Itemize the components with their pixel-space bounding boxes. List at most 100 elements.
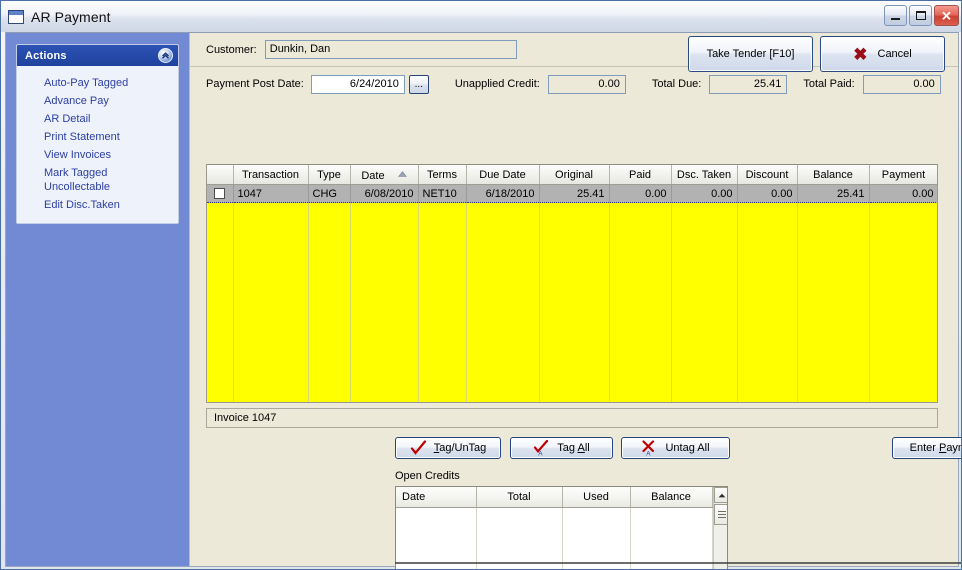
totals-row: Payment Post Date: 6/24/2010 ... Unappli… bbox=[190, 67, 958, 101]
svg-text:A: A bbox=[647, 450, 652, 456]
scroll-up-button[interactable] bbox=[713, 487, 727, 503]
open-credits-label: Open Credits bbox=[395, 470, 460, 482]
col-header-select[interactable] bbox=[207, 165, 234, 185]
customer-label: Customer: bbox=[206, 43, 257, 56]
date-picker-button[interactable]: ... bbox=[408, 74, 429, 94]
open-credits-table: Date Total Used Balance bbox=[396, 487, 713, 569]
main-pane: Customer: Dunkin, Dan Payment Post Date:… bbox=[190, 33, 961, 569]
open-credits-scrollbar[interactable] bbox=[712, 487, 727, 569]
col-header-discount[interactable]: Discount bbox=[737, 165, 798, 185]
oc-col-header-balance[interactable]: Balance bbox=[630, 487, 713, 508]
col-header-original[interactable]: Original bbox=[539, 165, 610, 185]
chevron-up-icon bbox=[718, 493, 725, 497]
enter-payment-button[interactable]: Enter Payment bbox=[892, 437, 961, 459]
cell-payment: 0.00 bbox=[869, 184, 937, 203]
transactions-grid[interactable]: Transaction Type Date Terms Due Date Ori… bbox=[206, 164, 938, 403]
open-credits-header-row: Date Total Used Balance bbox=[396, 487, 713, 508]
title-bar: AR Payment ✕ bbox=[1, 1, 961, 32]
total-due-value: 25.41 bbox=[709, 74, 788, 94]
col-header-dsc-taken[interactable]: Dsc. Taken bbox=[671, 165, 738, 185]
unapplied-credit-label: Unapplied Credit: bbox=[454, 78, 540, 90]
payment-post-date-label: Payment Post Date: bbox=[206, 78, 304, 90]
minimize-button[interactable] bbox=[884, 5, 907, 26]
enter-payment-label: Enter Payment bbox=[909, 442, 961, 454]
tag-all-label: Tag All bbox=[557, 442, 590, 454]
maximize-button[interactable] bbox=[909, 5, 932, 26]
take-tender-label: Take Tender [F10] bbox=[706, 48, 795, 60]
sidebar-item-edit-disc-taken[interactable]: Edit Disc.Taken bbox=[17, 196, 178, 214]
red-check-icon bbox=[410, 440, 427, 456]
untag-all-label: Untag All bbox=[665, 442, 710, 454]
window-icon bbox=[8, 9, 24, 24]
table-row[interactable]: 1047 CHG 6/08/2010 NET10 6/18/2010 25.41… bbox=[207, 184, 937, 203]
untag-all-button[interactable]: A Untag All bbox=[621, 437, 730, 459]
col-header-terms[interactable]: Terms bbox=[418, 165, 467, 185]
sidebar-item-ar-detail[interactable]: AR Detail bbox=[17, 110, 178, 128]
svg-text:A: A bbox=[538, 450, 543, 456]
open-credits-grid[interactable]: Date Total Used Balance bbox=[395, 486, 728, 569]
window-title: AR Payment bbox=[31, 8, 111, 25]
cell-transaction: 1047 bbox=[233, 184, 309, 203]
col-header-transaction[interactable]: Transaction bbox=[233, 165, 309, 185]
cell-original: 25.41 bbox=[539, 184, 610, 203]
close-icon: ✕ bbox=[941, 8, 952, 23]
cell-dsc-taken: 0.00 bbox=[671, 184, 738, 203]
oc-col-header-used[interactable]: Used bbox=[562, 487, 631, 508]
close-button[interactable]: ✕ bbox=[934, 5, 959, 26]
actions-list: Auto-Pay Tagged Advance Pay AR Detail Pr… bbox=[17, 66, 178, 223]
transactions-table: Transaction Type Date Terms Due Date Ori… bbox=[207, 165, 937, 402]
grid-empty-area bbox=[207, 202, 937, 402]
client-area: Actions Auto-Pay Tagged Advance Pay AR D… bbox=[5, 32, 961, 569]
invoice-status-bar: Invoice 1047 bbox=[206, 408, 938, 428]
chevron-up-icon[interactable] bbox=[158, 48, 173, 63]
cell-type: CHG bbox=[308, 184, 351, 203]
total-paid-value: 0.00 bbox=[862, 74, 941, 94]
oc-col-header-total[interactable]: Total bbox=[476, 487, 563, 508]
minimize-icon bbox=[891, 18, 900, 20]
cancel-button[interactable]: ✖ Cancel bbox=[820, 36, 945, 72]
actions-panel-title: Actions bbox=[25, 49, 67, 62]
col-header-date[interactable]: Date bbox=[350, 165, 419, 185]
ar-payment-window: AR Payment ✕ Actions Auto-Pay Tagged Adv… bbox=[0, 0, 962, 570]
cell-due-date: 6/18/2010 bbox=[466, 184, 540, 203]
take-tender-button[interactable]: Take Tender [F10] bbox=[688, 36, 813, 72]
sort-ascending-icon bbox=[397, 168, 407, 180]
payment-post-date-input[interactable]: 6/24/2010 bbox=[310, 74, 405, 94]
scroll-thumb[interactable] bbox=[713, 504, 727, 525]
bottom-edge bbox=[395, 562, 961, 564]
row-select-checkbox[interactable] bbox=[207, 184, 234, 203]
total-due-label: Total Due: bbox=[651, 78, 702, 90]
tag-all-button[interactable]: A Tag All bbox=[510, 437, 613, 459]
cell-terms: NET10 bbox=[418, 184, 467, 203]
sidebar: Actions Auto-Pay Tagged Advance Pay AR D… bbox=[6, 33, 190, 566]
window-controls: ✕ bbox=[884, 5, 959, 26]
x-mark-icon: ✖ bbox=[853, 44, 868, 64]
oc-col-header-date[interactable]: Date bbox=[396, 487, 477, 508]
customer-input[interactable]: Dunkin, Dan bbox=[264, 40, 517, 59]
sidebar-item-print-statement[interactable]: Print Statement bbox=[17, 128, 178, 146]
col-header-balance[interactable]: Balance bbox=[797, 165, 870, 185]
col-header-payment[interactable]: Payment bbox=[869, 165, 937, 185]
actions-panel: Actions Auto-Pay Tagged Advance Pay AR D… bbox=[16, 44, 179, 224]
open-credits-table-area: Date Total Used Balance bbox=[396, 487, 713, 569]
col-header-type[interactable]: Type bbox=[308, 165, 351, 185]
cell-balance: 25.41 bbox=[797, 184, 870, 203]
actions-panel-header: Actions bbox=[17, 45, 178, 66]
red-x-all-icon: A bbox=[641, 440, 658, 456]
red-check-all-icon: A bbox=[533, 440, 550, 456]
col-header-paid[interactable]: Paid bbox=[609, 165, 672, 185]
sidebar-item-auto-pay-tagged[interactable]: Auto-Pay Tagged bbox=[17, 74, 178, 92]
cell-paid: 0.00 bbox=[609, 184, 672, 203]
total-paid-label: Total Paid: bbox=[803, 78, 855, 90]
sidebar-item-mark-tagged-uncollectable[interactable]: Mark Tagged Uncollectable bbox=[17, 164, 178, 196]
cell-date: 6/08/2010 bbox=[350, 184, 419, 203]
unapplied-credit-value: 0.00 bbox=[547, 74, 626, 94]
col-header-due-date[interactable]: Due Date bbox=[466, 165, 540, 185]
open-credits-empty-row bbox=[396, 507, 713, 569]
tag-untag-button[interactable]: Tag/UnTag bbox=[395, 437, 501, 459]
primary-actions: Take Tender [F10] ✖ Cancel bbox=[688, 36, 945, 72]
tag-untag-label: Tag/UnTag bbox=[433, 442, 487, 454]
sidebar-item-view-invoices[interactable]: View Invoices bbox=[17, 146, 178, 164]
sidebar-item-advance-pay[interactable]: Advance Pay bbox=[17, 92, 178, 110]
maximize-icon bbox=[916, 11, 926, 20]
